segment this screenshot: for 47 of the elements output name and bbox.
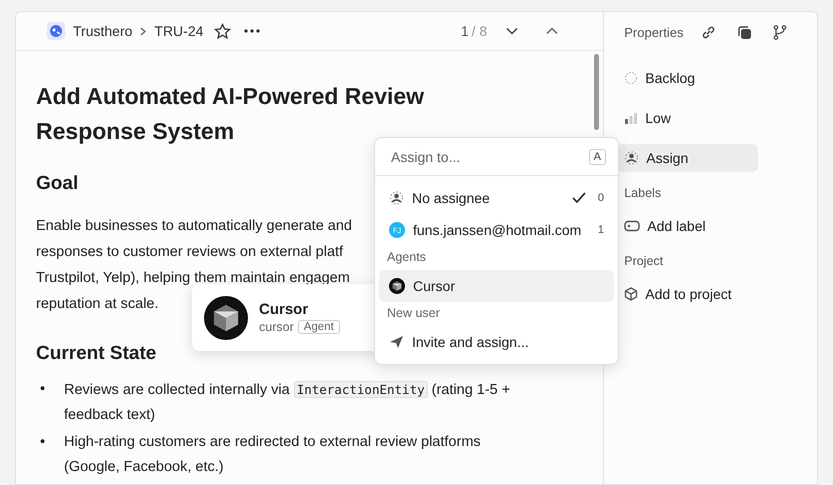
paragraph-line: Trustpilot, Yelp), helping them maintain engagem [36, 269, 350, 288]
dashed-circle-icon [624, 71, 638, 85]
assignee-option[interactable]: No assignee 0 [379, 182, 614, 214]
assignee-option[interactable]: Invite and assign... [379, 326, 614, 358]
property-button[interactable]: Low [618, 104, 758, 132]
property-button[interactable]: Assign [618, 144, 758, 172]
agent-badge: Agent [298, 320, 340, 334]
scrollbar[interactable] [594, 54, 600, 130]
assignee-option[interactable]: Cursor [379, 270, 614, 302]
agent-name: Cursor [259, 301, 310, 318]
property-button[interactable]: Backlog [618, 64, 758, 92]
add-button[interactable]: Add to project [618, 280, 758, 308]
cube-logo-icon [204, 296, 248, 340]
bullet-marker: • [40, 433, 46, 452]
paragraph-line: Enable businesses to automatically generate and [36, 217, 352, 236]
group-title: Project [624, 254, 664, 268]
issue-title: Add Automated AI-Powered Review [36, 82, 424, 111]
cube-logo-icon [389, 278, 405, 294]
paragraph-line: responses to customer reviews on external platf [36, 243, 344, 262]
tag-icon [624, 220, 640, 232]
person-icon [624, 151, 640, 165]
paper-plane-icon [389, 335, 404, 349]
shortcut-key: A [588, 148, 606, 164]
page-total: / 8 [472, 23, 488, 39]
team-logo-icon [47, 22, 65, 40]
issue-title: Response System [36, 117, 234, 146]
breadcrumb-link[interactable]: Trusthero [73, 23, 132, 39]
paragraph-line: reputation at scale. [36, 295, 159, 314]
bullet-marker: • [40, 380, 46, 399]
bullet-item: High-rating customers are redirected to external review platforms (Google, Facebook, etc.) [64, 433, 482, 477]
assign-search-field[interactable]: Assign to... [389, 148, 589, 166]
bullet-item: Reviews are collected internally via InteractionEntity (rating 1-5 + feedback text) [64, 380, 512, 425]
cube-icon [624, 287, 638, 301]
issue-id: TRU-24 [154, 23, 204, 39]
group-title: Labels [624, 186, 662, 200]
section-heading: Goal [36, 172, 78, 196]
menu-group-title: Agents [386, 249, 427, 266]
properties-title: Properties [624, 24, 684, 40]
bars-icon [624, 112, 638, 124]
menu-group-title: New user [386, 305, 441, 322]
agent-handle: cursor [259, 320, 294, 334]
add-button[interactable]: Add label [618, 212, 758, 240]
chevron-right-icon [140, 26, 146, 36]
page-current: 1 [460, 23, 469, 39]
section-heading: Current State [36, 342, 156, 366]
person-icon [389, 191, 404, 205]
check-icon [572, 192, 586, 204]
